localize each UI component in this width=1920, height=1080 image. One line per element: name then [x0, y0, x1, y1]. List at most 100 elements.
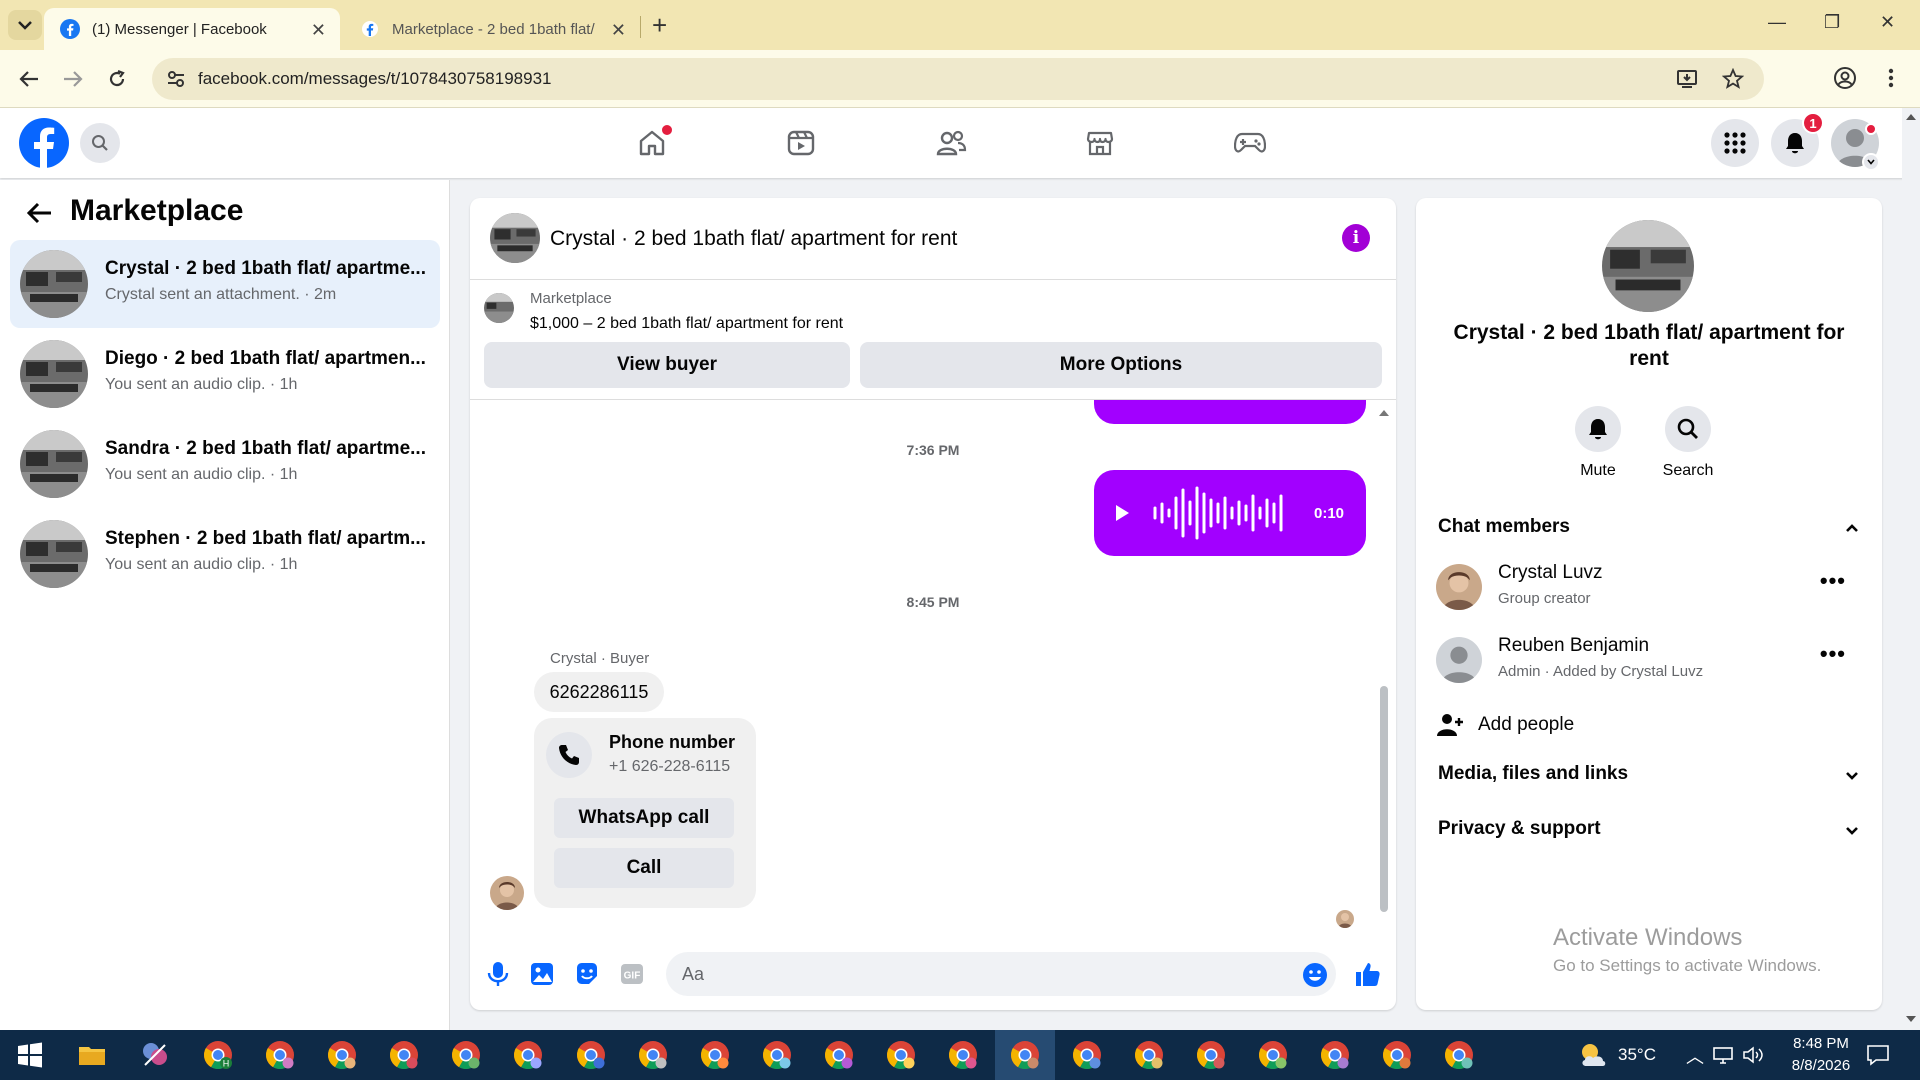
- snipping-tool-icon[interactable]: [139, 1039, 171, 1071]
- conversation-item[interactable]: Diego · 2 bed 1bath flat/ apartmen... Yo…: [10, 330, 440, 418]
- media-files-links-header[interactable]: Media, files and links: [1438, 763, 1628, 785]
- chrome-icon[interactable]: [388, 1039, 420, 1071]
- member-row[interactable]: Reuben Benjamin Admin · Added by Crystal…: [1436, 631, 1856, 691]
- play-icon[interactable]: [1114, 504, 1130, 522]
- nav-friends[interactable]: [931, 123, 971, 163]
- chrome-icon[interactable]: [637, 1039, 669, 1071]
- gif-icon[interactable]: GIF: [618, 960, 646, 988]
- microphone-icon[interactable]: [484, 960, 512, 988]
- scroll-up-icon[interactable]: [1905, 112, 1917, 122]
- tab-messenger[interactable]: (1) Messenger | Facebook ✕: [44, 8, 340, 50]
- chrome-icon[interactable]: H: [202, 1039, 234, 1071]
- nav-home[interactable]: [632, 123, 672, 163]
- conversation-item[interactable]: Stephen · 2 bed 1bath flat/ apartm... Yo…: [10, 510, 440, 598]
- privacy-support-header[interactable]: Privacy & support: [1438, 818, 1601, 840]
- file-explorer-icon[interactable]: [76, 1039, 108, 1071]
- install-app-icon[interactable]: [1676, 68, 1698, 90]
- close-tab-icon[interactable]: ✕: [611, 20, 626, 41]
- tab-search-button[interactable]: [8, 10, 42, 40]
- browser-menu-icon[interactable]: [1886, 66, 1896, 90]
- restore-button[interactable]: ❐: [1824, 12, 1840, 33]
- chrome-icon[interactable]: [699, 1039, 731, 1071]
- conversation-item[interactable]: Crystal · 2 bed 1bath flat/ apartme... C…: [10, 240, 440, 328]
- member-row[interactable]: Crystal Luvz Group creator •••: [1436, 558, 1856, 618]
- audio-message[interactable]: 0:10: [1094, 470, 1366, 556]
- chrome-icon[interactable]: [326, 1039, 358, 1071]
- chrome-icon[interactable]: [1381, 1039, 1413, 1071]
- chrome-icon[interactable]: [761, 1039, 793, 1071]
- nav-gaming[interactable]: [1230, 123, 1270, 163]
- call-button[interactable]: Call: [554, 848, 734, 888]
- sender-avatar[interactable]: [490, 876, 524, 910]
- clock-date[interactable]: 8/8/2026: [1780, 1057, 1862, 1074]
- more-options-icon[interactable]: •••: [1820, 641, 1846, 667]
- chat-scrollbar[interactable]: [1378, 408, 1390, 918]
- close-window-button[interactable]: ✕: [1880, 12, 1895, 33]
- message-input[interactable]: Aa: [666, 952, 1336, 996]
- view-buyer-button[interactable]: View buyer: [484, 342, 850, 388]
- site-settings-icon[interactable]: [166, 69, 186, 89]
- audio-message[interactable]: [1094, 400, 1366, 424]
- notification-center-icon[interactable]: [1866, 1044, 1890, 1066]
- chrome-icon[interactable]: [1195, 1039, 1227, 1071]
- chrome-icon[interactable]: [1133, 1039, 1165, 1071]
- chrome-icon[interactable]: [450, 1039, 482, 1071]
- volume-icon[interactable]: [1742, 1046, 1764, 1064]
- close-tab-icon[interactable]: ✕: [311, 20, 326, 41]
- chevron-down-icon[interactable]: [1844, 767, 1860, 783]
- chevron-up-icon[interactable]: [1844, 520, 1860, 536]
- scrollbar-thumb[interactable]: [1380, 686, 1388, 912]
- phone-contact-card[interactable]: Phone number +1 626-228-6115 WhatsApp ca…: [534, 718, 756, 908]
- nav-marketplace[interactable]: [1080, 123, 1120, 163]
- nav-video[interactable]: [781, 123, 821, 163]
- add-people-button[interactable]: Add people: [1436, 706, 1856, 746]
- new-tab-button[interactable]: +: [652, 10, 667, 41]
- whatsapp-call-button[interactable]: WhatsApp call: [554, 798, 734, 838]
- photo-icon[interactable]: [528, 960, 556, 988]
- windows-start-icon[interactable]: [14, 1039, 46, 1071]
- profile-icon[interactable]: [1833, 66, 1857, 90]
- info-icon[interactable]: i: [1342, 224, 1370, 252]
- bookmark-star-icon[interactable]: [1722, 68, 1744, 90]
- chevron-down-icon[interactable]: [1844, 822, 1860, 838]
- back-arrow-icon[interactable]: [24, 198, 54, 228]
- message-bubble[interactable]: 6262286115: [534, 672, 664, 712]
- chrome-icon[interactable]: [512, 1039, 544, 1071]
- weather-icon[interactable]: [1576, 1038, 1610, 1072]
- chrome-icon[interactable]: [947, 1039, 979, 1071]
- chrome-icon[interactable]: [264, 1039, 296, 1071]
- conversation-item[interactable]: Sandra · 2 bed 1bath flat/ apartme... Yo…: [10, 420, 440, 508]
- chrome-icon[interactable]: [1257, 1039, 1289, 1071]
- chrome-icon[interactable]: [823, 1039, 855, 1071]
- search-in-chat-button[interactable]: Search: [1648, 406, 1728, 480]
- listing-title[interactable]: $1,000 – 2 bed 1bath flat/ apartment for…: [530, 315, 843, 333]
- chrome-icon[interactable]: [1319, 1039, 1351, 1071]
- chrome-icon[interactable]: [1443, 1039, 1475, 1071]
- reload-button[interactable]: [102, 64, 132, 94]
- more-options-icon[interactable]: •••: [1820, 568, 1846, 594]
- more-options-button[interactable]: More Options: [860, 342, 1382, 388]
- chat-members-header[interactable]: Chat members: [1438, 516, 1570, 538]
- url-field[interactable]: facebook.com/messages/t/1078430758198931: [152, 58, 1764, 100]
- chat-title[interactable]: Crystal · 2 bed 1bath flat/ apartment fo…: [550, 227, 957, 251]
- sticker-icon[interactable]: [573, 960, 601, 988]
- back-button[interactable]: [14, 64, 44, 94]
- show-hidden-icons-icon[interactable]: ︿: [1686, 1043, 1704, 1069]
- chat-avatar[interactable]: [490, 213, 540, 263]
- scroll-down-icon[interactable]: [1905, 1014, 1917, 1024]
- fb-search-button[interactable]: [80, 123, 120, 163]
- forward-button[interactable]: [58, 64, 88, 94]
- chrome-icon[interactable]: [885, 1039, 917, 1071]
- page-scrollbar[interactable]: [1902, 108, 1920, 1030]
- chrome-icon[interactable]: [575, 1039, 607, 1071]
- like-icon[interactable]: [1354, 960, 1382, 988]
- facebook-logo-icon[interactable]: [19, 118, 69, 168]
- chrome-icon[interactable]: [1071, 1039, 1103, 1071]
- network-icon[interactable]: [1712, 1046, 1734, 1064]
- emoji-icon[interactable]: [1302, 962, 1328, 988]
- menu-button[interactable]: [1711, 119, 1759, 167]
- account-menu-chevron[interactable]: [1862, 153, 1880, 171]
- tab-marketplace[interactable]: Marketplace - 2 bed 1bath flat/ ✕: [344, 8, 640, 50]
- minimize-button[interactable]: —: [1768, 12, 1786, 33]
- mute-button[interactable]: Mute: [1558, 406, 1638, 480]
